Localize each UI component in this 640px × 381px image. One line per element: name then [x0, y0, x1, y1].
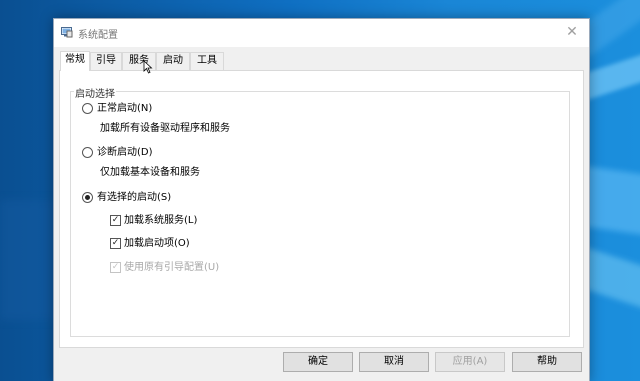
radio-selective-startup[interactable]: 有选择的启动(S)	[82, 191, 171, 205]
system-configuration-dialog: 系统配置 ✕ 常规 引导 服务 启动 工具 启动选择 正常启动(N) 加载所有设…	[53, 18, 590, 381]
checkbox-use-original-boot-config: ✓ 使用原有引导配置(U)	[110, 261, 219, 275]
tab-general[interactable]: 常规	[60, 51, 90, 71]
checkbox-load-system-services[interactable]: ✓ 加载系统服务(L)	[110, 214, 197, 228]
close-icon[interactable]: ✕	[555, 19, 589, 45]
light-beam	[0, 200, 60, 320]
radio-button[interactable]	[82, 102, 93, 114]
radio-label: 有选择的启动(S)	[97, 192, 172, 203]
radio-button-selected[interactable]	[82, 191, 93, 203]
radio-button[interactable]	[82, 146, 93, 158]
ok-button[interactable]: 确定	[283, 352, 353, 372]
checkbox-label: 加载系统服务(L)	[124, 215, 198, 226]
checkmark-icon: ✓	[110, 261, 121, 273]
window-title: 系统配置	[78, 30, 118, 41]
checkbox-label: 使用原有引导配置(U)	[124, 262, 220, 273]
checkbox-load-startup-items[interactable]: ✓ 加载启动项(O)	[110, 237, 190, 251]
tab-boot[interactable]: 引导	[90, 52, 122, 70]
apply-button: 应用(A)	[435, 352, 505, 372]
option-description: 加载所有设备驱动程序和服务	[100, 123, 230, 134]
checkmark-icon[interactable]: ✓	[110, 214, 121, 226]
tab-startup[interactable]: 启动	[156, 52, 190, 70]
option-description: 仅加载基本设备和服务	[100, 167, 200, 178]
title-bar[interactable]: 系统配置 ✕	[54, 19, 589, 47]
mouse-cursor-icon	[143, 60, 153, 74]
checkmark-icon[interactable]: ✓	[110, 237, 121, 249]
radio-diagnostic-startup[interactable]: 诊断启动(D)	[82, 146, 153, 160]
tab-tools[interactable]: 工具	[190, 52, 224, 70]
msconfig-icon	[61, 26, 73, 38]
group-legend: 启动选择	[74, 85, 116, 100]
radio-label: 诊断启动(D)	[97, 147, 153, 158]
radio-normal-startup[interactable]: 正常启动(N)	[82, 102, 152, 116]
cancel-button[interactable]: 取消	[359, 352, 429, 372]
help-button[interactable]: 帮助	[512, 352, 582, 372]
checkbox-label: 加载启动项(O)	[124, 238, 190, 249]
radio-label: 正常启动(N)	[97, 103, 153, 114]
